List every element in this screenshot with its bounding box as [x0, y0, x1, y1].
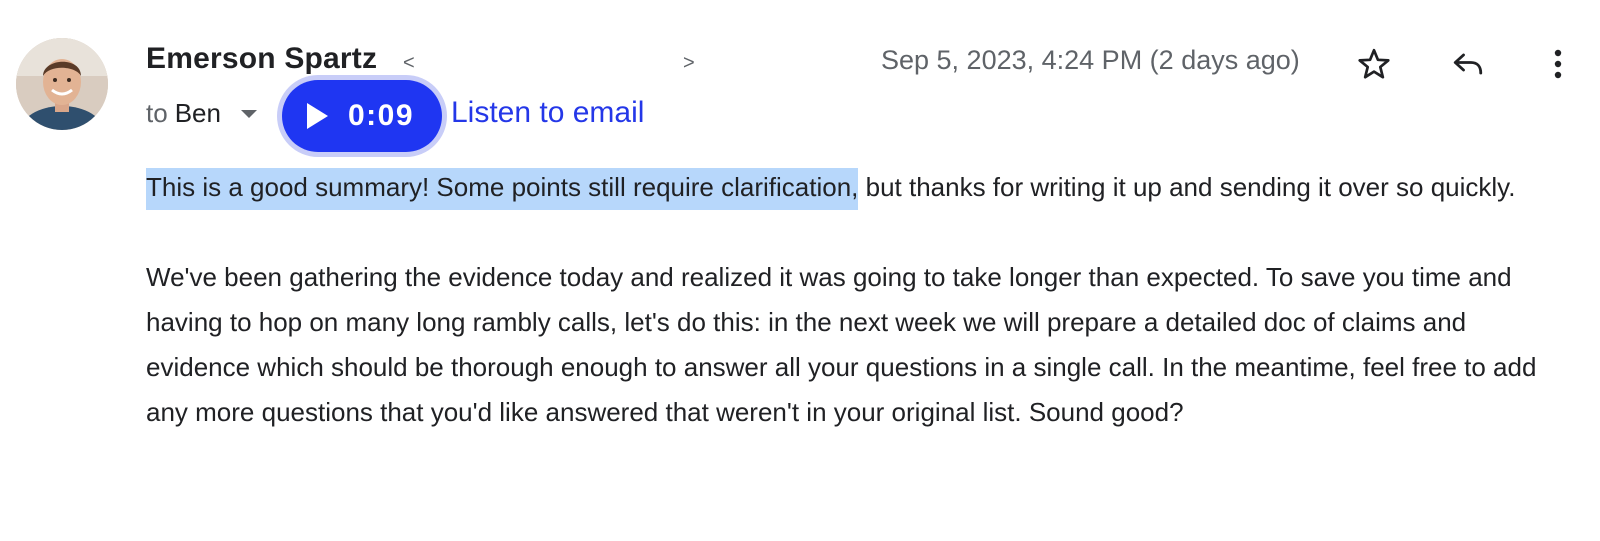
highlighted-text: This is a good summary! Some points stil…	[146, 168, 859, 210]
reply-icon	[1453, 53, 1483, 75]
email-body: This is a good summary! Some points stil…	[146, 165, 1566, 435]
recipient-name: Ben	[174, 98, 221, 128]
audio-play-button[interactable]: 0:09	[282, 80, 442, 152]
play-icon	[304, 101, 334, 131]
sender-email-bracket-close: >	[683, 52, 695, 74]
paragraph-1-rest: but thanks for writing it up and sending…	[858, 172, 1516, 202]
audio-duration: 0:09	[348, 99, 415, 132]
recipient-details-toggle[interactable]	[235, 100, 263, 128]
email-paragraph-2: We've been gathering the evidence today …	[146, 262, 1537, 427]
more-options-button[interactable]	[1540, 42, 1576, 86]
reply-button[interactable]	[1446, 42, 1490, 86]
sender-name: Emerson Spartz	[146, 42, 378, 75]
star-button[interactable]	[1352, 42, 1396, 86]
recipient-prefix: to	[146, 98, 168, 128]
sender-email-bracket-open: <	[403, 52, 415, 74]
star-icon	[1358, 48, 1390, 79]
more-vertical-icon	[1554, 49, 1562, 79]
email-paragraph-1: This is a good summary! Some points stil…	[146, 165, 1566, 210]
avatar-photo	[16, 38, 108, 130]
email-timestamp: Sep 5, 2023, 4:24 PM (2 days ago)	[881, 45, 1300, 75]
listen-to-email-link[interactable]: Listen to email	[451, 96, 644, 130]
avatar[interactable]	[16, 38, 108, 130]
chevron-down-icon	[240, 109, 257, 118]
recipient-row: to Ben	[146, 98, 263, 129]
